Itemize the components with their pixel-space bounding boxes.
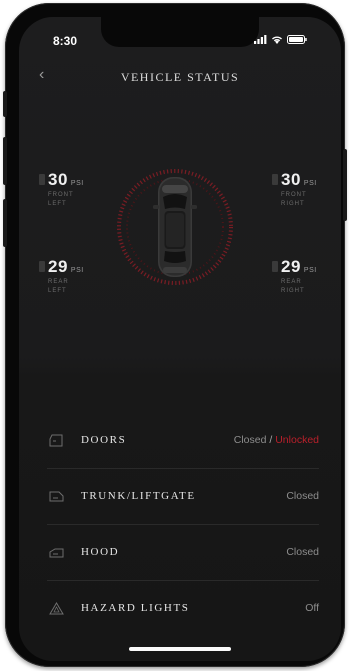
screen: 8:30 ‹ VEHICLE STATUS 30 PSI FRONT LEFT … — [19, 17, 341, 661]
tire-pressure-unit: PSI — [70, 180, 84, 187]
mute-switch — [3, 91, 7, 117]
tire-icon — [39, 174, 45, 185]
status-row-hazard[interactable]: HAZARD LIGHTS Off — [47, 580, 319, 636]
status-separator: / — [269, 434, 273, 446]
tire-position-line2: LEFT — [48, 201, 67, 207]
notch — [101, 17, 259, 47]
status-row-label: HOOD — [81, 546, 120, 558]
door-icon — [47, 433, 65, 447]
status-row-trunk[interactable]: TRUNK/LIFTGATE Closed — [47, 468, 319, 525]
vehicle-graphic — [115, 167, 235, 287]
tire-position-line1: FRONT — [281, 192, 307, 198]
status-row-label: TRUNK/LIFTGATE — [81, 490, 196, 502]
door-closed-status: Closed — [233, 434, 267, 446]
power-button — [343, 149, 347, 221]
status-row-value: Off — [305, 602, 319, 614]
tire-rear-right: 29 PSI REAR RIGHT — [272, 257, 317, 295]
tire-position-line2: RIGHT — [281, 201, 305, 207]
battery-icon — [287, 35, 307, 44]
tire-icon — [272, 261, 278, 272]
tire-pressure-unit: PSI — [303, 267, 317, 274]
tire-pressure-unit: PSI — [303, 180, 317, 187]
tire-icon — [272, 174, 278, 185]
signal-icon — [254, 35, 267, 44]
tire-front-right: 30 PSI FRONT RIGHT — [272, 170, 317, 208]
page-title: VEHICLE STATUS — [120, 70, 240, 84]
hazard-icon — [47, 601, 65, 615]
tire-position-line1: REAR — [281, 279, 302, 285]
tire-position-line2: LEFT — [48, 288, 67, 294]
wifi-icon — [272, 36, 282, 44]
door-lock-status: Unlocked — [275, 434, 319, 446]
tire-pressure-value: 29 — [281, 257, 301, 276]
tire-position-line2: RIGHT — [281, 288, 305, 294]
status-row-hood[interactable]: HOOD Closed — [47, 524, 319, 581]
tire-pressure-value: 30 — [48, 170, 68, 189]
tire-pressure-unit: PSI — [70, 267, 84, 274]
trunk-icon — [47, 489, 65, 503]
volume-down-button — [3, 199, 7, 247]
status-row-doors[interactable]: DOORS Closed / Unlocked — [47, 412, 319, 469]
tire-pressure-value: 30 — [281, 170, 301, 189]
status-time: 8:30 — [53, 34, 78, 48]
tire-icon — [39, 261, 45, 272]
tire-rear-left: 29 PSI REAR LEFT — [39, 257, 84, 295]
hood-icon — [47, 545, 65, 559]
home-indicator[interactable] — [129, 647, 231, 651]
volume-up-button — [3, 137, 7, 185]
status-row-value: Closed / Unlocked — [234, 434, 319, 446]
status-row-label: HAZARD LIGHTS — [81, 602, 190, 614]
tire-pressure-value: 29 — [48, 257, 68, 276]
tire-position-line1: REAR — [48, 279, 69, 285]
tire-position-line1: FRONT — [48, 192, 74, 198]
status-row-value: Closed — [286, 490, 319, 502]
tire-front-left: 30 PSI FRONT LEFT — [39, 170, 84, 208]
phone-frame: 8:30 ‹ VEHICLE STATUS 30 PSI FRONT LEFT … — [3, 3, 347, 667]
status-icons — [254, 35, 307, 44]
status-row-value: Closed — [286, 546, 319, 558]
status-row-label: DOORS — [81, 434, 127, 446]
car-top-view-icon — [153, 177, 197, 277]
